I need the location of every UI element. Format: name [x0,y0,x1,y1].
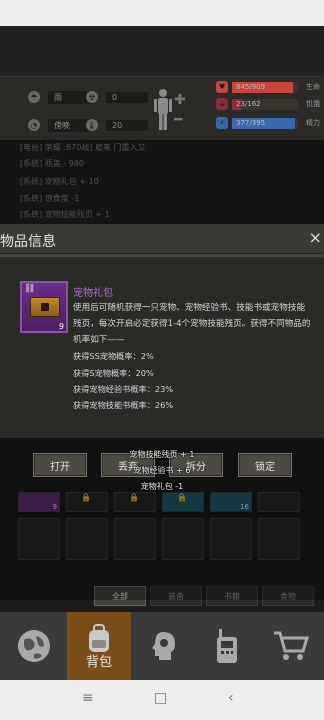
heart-icon: ♥ [216,81,228,93]
probability-line: 获得宠物经验书概率：23% [73,384,174,394]
stat-row: ♥ 845/909 生命 [216,80,320,94]
stat-row: ⚡ 377/395 精力 [216,116,320,130]
back-icon[interactable]: ‹ [228,690,234,706]
stat-bar: 23/162 [232,98,298,110]
toast-message: 宠物礼包 -1 [140,482,184,491]
stat-label: 饥饿 [306,100,320,108]
link-icon: ⛓ [24,284,36,294]
stat-label: 生命 [306,83,320,91]
temperature-cell: 🌡 20 [86,118,148,132]
weather-cell: ☂ 雨 [28,90,90,104]
clock-icon: ◔ [28,119,40,131]
item-count: 9 [58,322,64,331]
walkie-talkie-icon [207,626,247,666]
nav-map[interactable] [2,612,66,680]
toast-message: 宠物经验书 + 6 [133,466,191,475]
stat-label: 精力 [306,119,320,127]
weather-value: 雨 [48,90,90,104]
item-icon-pet-pack: ⛓ 9 [20,281,68,333]
radiation-icon: ☢ [86,91,98,103]
shopping-cart-icon [271,626,311,666]
stat-value: 23/162 [236,99,261,108]
probability-line: 获得宠物技能书概率：26% [73,400,174,410]
nav-radio[interactable] [195,612,259,680]
radiation-value: 0 [106,91,148,103]
thermometer-icon: 🌡 [86,119,98,131]
stat-value: 845/909 [236,82,266,91]
bottom-nav: 背包 [0,612,324,680]
probability-line: 获得SS宠物概率：2% [73,351,154,361]
stat-value: 377/395 [236,118,266,127]
toast-message: 宠物技能残页 + 1 [129,450,195,459]
dialog-header: 物品信息 × [0,224,324,254]
menu-icon[interactable]: ≡ [82,690,94,706]
home-icon[interactable]: □ [154,690,167,706]
nav-shop[interactable] [259,612,323,680]
energy-icon: ⚡ [216,117,228,129]
stat-row: ☕ 23/162 饥饿 [216,97,320,111]
system-status-bar [0,0,324,26]
radiation-cell: ☢ 0 [86,90,148,104]
time-value: 傍晚 [48,118,90,132]
nav-backpack-label: 背包 [85,655,112,670]
probability-line: 获得S宠物概率：20% [73,368,154,378]
stomach-icon: ☕ [216,98,228,110]
temperature-value: 20 [106,119,148,131]
head-gear-icon [143,626,183,666]
nav-skills[interactable] [131,612,195,680]
close-icon[interactable]: × [309,228,322,247]
nav-backpack[interactable]: 背包 [67,612,131,680]
item-name: 宠物礼包 [73,288,113,299]
plus-icon[interactable]: ✚ [174,92,186,108]
system-navigation-bar: ≡ □ ‹ [0,680,324,720]
stat-bar: 845/909 [232,81,298,93]
character-figure-icon[interactable] [152,88,174,132]
time-cell: ◔ 傍晚 [28,118,90,132]
cloud-rain-icon: ☂ [28,91,40,103]
stat-bar: 377/395 [232,117,298,129]
top-header-area [0,26,324,76]
dialog-title: 物品信息 [0,234,56,250]
globe-icon [14,626,54,666]
item-description: 使用后可随机获得一只宠物、宠物经验书、技能书或宠物技能残页，每次开启必定获得1-… [73,303,311,345]
crate-icon [30,297,60,317]
minus-icon[interactable]: ━ [174,112,182,128]
